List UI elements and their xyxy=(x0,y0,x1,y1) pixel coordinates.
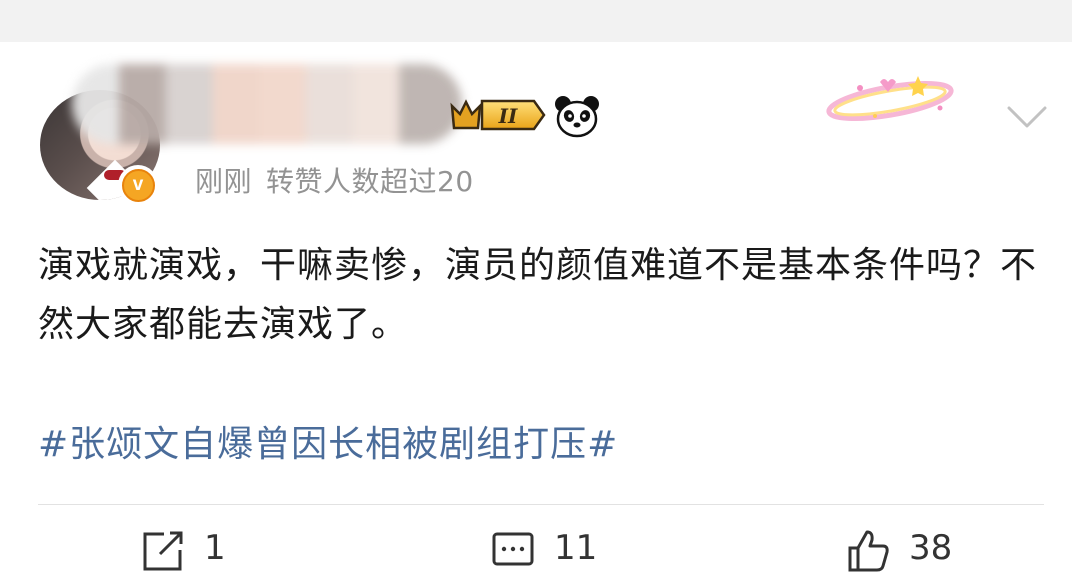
like-icon xyxy=(848,530,889,572)
feed-separator xyxy=(0,0,1072,42)
verified-badge-icon: v xyxy=(118,165,158,205)
comment-button[interactable]: 11 xyxy=(490,528,597,588)
level-badge-label: II xyxy=(498,104,518,128)
hashtag-link[interactable]: #张颂文自爆曾因长相被剧组打压# xyxy=(38,420,618,470)
like-button[interactable]: 38 xyxy=(845,528,952,588)
comment-icon xyxy=(492,532,534,566)
repost-like-note: 转赞人数超过20 xyxy=(266,165,474,198)
forward-button[interactable]: 1 xyxy=(140,528,226,588)
crown-level-icon[interactable]: II xyxy=(448,96,546,134)
post-time: 刚刚 xyxy=(195,165,253,198)
post-meta: 刚刚 转赞人数超过20 xyxy=(195,160,474,202)
divider xyxy=(38,504,1044,505)
like-count: 38 xyxy=(909,528,953,568)
comment-count: 11 xyxy=(554,528,598,568)
forward-icon xyxy=(143,531,183,571)
chevron-down-icon[interactable] xyxy=(1003,98,1051,134)
post-body-text: 演戏就演戏，干嘛卖惨，演员的颜值难道不是基本条件吗？不然大家都能去演戏了。 xyxy=(38,245,1038,345)
panda-icon xyxy=(555,96,599,138)
username-redacted[interactable] xyxy=(72,64,462,144)
forward-count: 1 xyxy=(204,528,226,568)
decoration-sticker-icon xyxy=(826,76,954,121)
